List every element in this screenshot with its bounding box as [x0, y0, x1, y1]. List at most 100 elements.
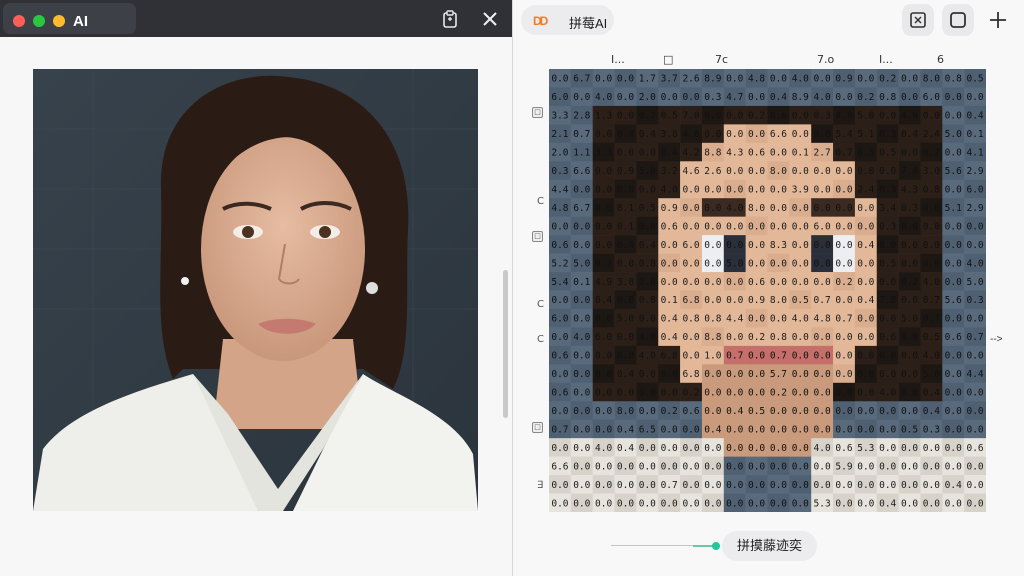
- mosaic-value: 0.8: [945, 74, 962, 85]
- mosaic-value: 0.0: [879, 424, 896, 435]
- mosaic-value: 0.0: [879, 240, 896, 251]
- mosaic-value: 0.0: [945, 92, 962, 103]
- slider-handle[interactable]: [712, 542, 720, 550]
- mosaic-value: 5.4: [551, 277, 568, 288]
- mosaic-value: 0.0: [857, 166, 874, 177]
- mosaic-value: 6.3: [879, 129, 896, 140]
- mosaic-value: 0.0: [792, 498, 809, 509]
- mosaic-value: 0.0: [901, 388, 918, 399]
- mosaic-value: 0.0: [792, 351, 809, 362]
- mosaic-value: 0.0: [704, 406, 721, 417]
- mosaic-value: 0.0: [945, 240, 962, 251]
- mosaic-value: 0.0: [814, 184, 831, 195]
- row-label: C: [537, 334, 544, 345]
- brand-pill[interactable]: DD 拼莓AI: [521, 5, 614, 35]
- mosaic-value: 0.0: [748, 129, 765, 140]
- arrow-marker: -->: [990, 334, 1003, 345]
- mosaic-value: 0.0: [639, 184, 656, 195]
- maximize-window-dot[interactable]: [33, 15, 45, 27]
- mosaic-value: 0.0: [857, 332, 874, 343]
- window-tab[interactable]: AI: [3, 3, 136, 34]
- mosaic-value: 8.0: [617, 406, 634, 417]
- mosaic-value: 4.0: [639, 351, 656, 362]
- pixel-mosaic: 0.0 6.7 0.0 0.0 1.7 3.7 2.6 8.9 0.0 4.8 0.0 4.0 0.0 0…: [549, 69, 986, 512]
- mosaic-value: 5.0: [945, 129, 962, 140]
- mosaic-value: 0.0: [792, 388, 809, 399]
- mosaic-value: 0.1: [617, 221, 634, 232]
- mosaic-value: 0.0: [595, 314, 612, 325]
- close-icon[interactable]: [479, 8, 501, 30]
- mosaic-value: 0.4: [923, 388, 940, 399]
- mosaic-value: 0.2: [879, 74, 896, 85]
- mosaic-value: 0.0: [661, 258, 678, 269]
- mosaic-value: 0.0: [617, 480, 634, 491]
- mosaic-value: 0.6: [661, 221, 678, 232]
- mosaic-value: 0.0: [748, 314, 765, 325]
- mosaic-value: 0.0: [923, 443, 940, 454]
- mosaic-value: 0.0: [595, 369, 612, 380]
- mosaic-value: 0.4: [770, 92, 787, 103]
- mosaic-value: 0.0: [639, 314, 656, 325]
- mosaic-value: 0.9: [835, 74, 852, 85]
- mosaic-value: 0.4: [857, 295, 874, 306]
- mosaic-value: 0.4: [661, 148, 678, 159]
- puzzle-button[interactable]: [902, 4, 934, 36]
- mosaic-value: 0.0: [945, 388, 962, 399]
- mosaic-value: 0.7: [573, 129, 590, 140]
- mosaic-value: 0.0: [814, 369, 831, 380]
- mosaic-value: 0.0: [704, 480, 721, 491]
- mosaic-value: 0.7: [923, 314, 940, 325]
- mosaic-value: 0.0: [748, 184, 765, 195]
- mosaic-value: 0.0: [661, 277, 678, 288]
- style-button[interactable]: 拼摸藤迹奕: [722, 531, 817, 561]
- mosaic-value: 0.0: [617, 461, 634, 472]
- mosaic-value: 5.3: [857, 443, 874, 454]
- mosaic-value: 0.0: [792, 166, 809, 177]
- mosaic-value: 0.0: [573, 406, 590, 417]
- mosaic-value: 5.0: [901, 314, 918, 325]
- mosaic-value: 0.0: [835, 480, 852, 491]
- mosaic-value: 4.9: [595, 277, 612, 288]
- mosaic-value: 0.0: [726, 277, 743, 288]
- mosaic-value: 2.9: [966, 166, 983, 177]
- mosaic-value: 0.0: [704, 388, 721, 399]
- mosaic-value: 0.0: [704, 184, 721, 195]
- mosaic-value: 0.0: [792, 369, 809, 380]
- mosaic-value: 6.5: [639, 424, 656, 435]
- mosaic-value: 0.0: [770, 314, 787, 325]
- mosaic-value: 0.0: [704, 240, 721, 251]
- mosaic-value: 2.0: [639, 92, 656, 103]
- mosaic-value: 0.0: [726, 184, 743, 195]
- scrollbar-thumb[interactable]: [503, 270, 508, 418]
- mosaic-value: 0.0: [682, 184, 699, 195]
- add-button[interactable]: [982, 4, 1014, 36]
- mosaic-value: 5.1: [857, 129, 874, 140]
- mosaic-value: 0.0: [879, 443, 896, 454]
- mosaic-value: 0.0: [857, 314, 874, 325]
- clipboard-icon[interactable]: [439, 8, 461, 30]
- mosaic-value: 0.0: [857, 498, 874, 509]
- mosaic-value: 0.0: [726, 129, 743, 140]
- mosaic-value: 6.6: [573, 166, 590, 177]
- mosaic-value: 5.7: [770, 369, 787, 380]
- mosaic-value: 0.2: [835, 277, 852, 288]
- mosaic-value: 0.0: [704, 203, 721, 214]
- close-window-dot[interactable]: [13, 15, 25, 27]
- mosaic-value: 0.0: [901, 351, 918, 362]
- mosaic-value: 0.0: [704, 498, 721, 509]
- frame-button[interactable]: [942, 4, 974, 36]
- row-label: C: [537, 196, 544, 207]
- mosaic-value: 8.9: [792, 92, 809, 103]
- mosaic-value: 0.2: [595, 258, 612, 269]
- mosaic-value: 0.4: [639, 129, 656, 140]
- mosaic-value: 0.0: [661, 92, 678, 103]
- mosaic-value: 4.0: [966, 258, 983, 269]
- mosaic-value: 0.0: [814, 166, 831, 177]
- mosaic-value: 0.0: [966, 92, 983, 103]
- mosaic-value: 0.4: [595, 295, 612, 306]
- mosaic-value: 0.0: [814, 424, 831, 435]
- mosaic-value: 0.0: [792, 240, 809, 251]
- mosaic-value: 6.7: [573, 203, 590, 214]
- mosaic-value: 0.0: [879, 351, 896, 362]
- minimize-window-dot[interactable]: [53, 15, 65, 27]
